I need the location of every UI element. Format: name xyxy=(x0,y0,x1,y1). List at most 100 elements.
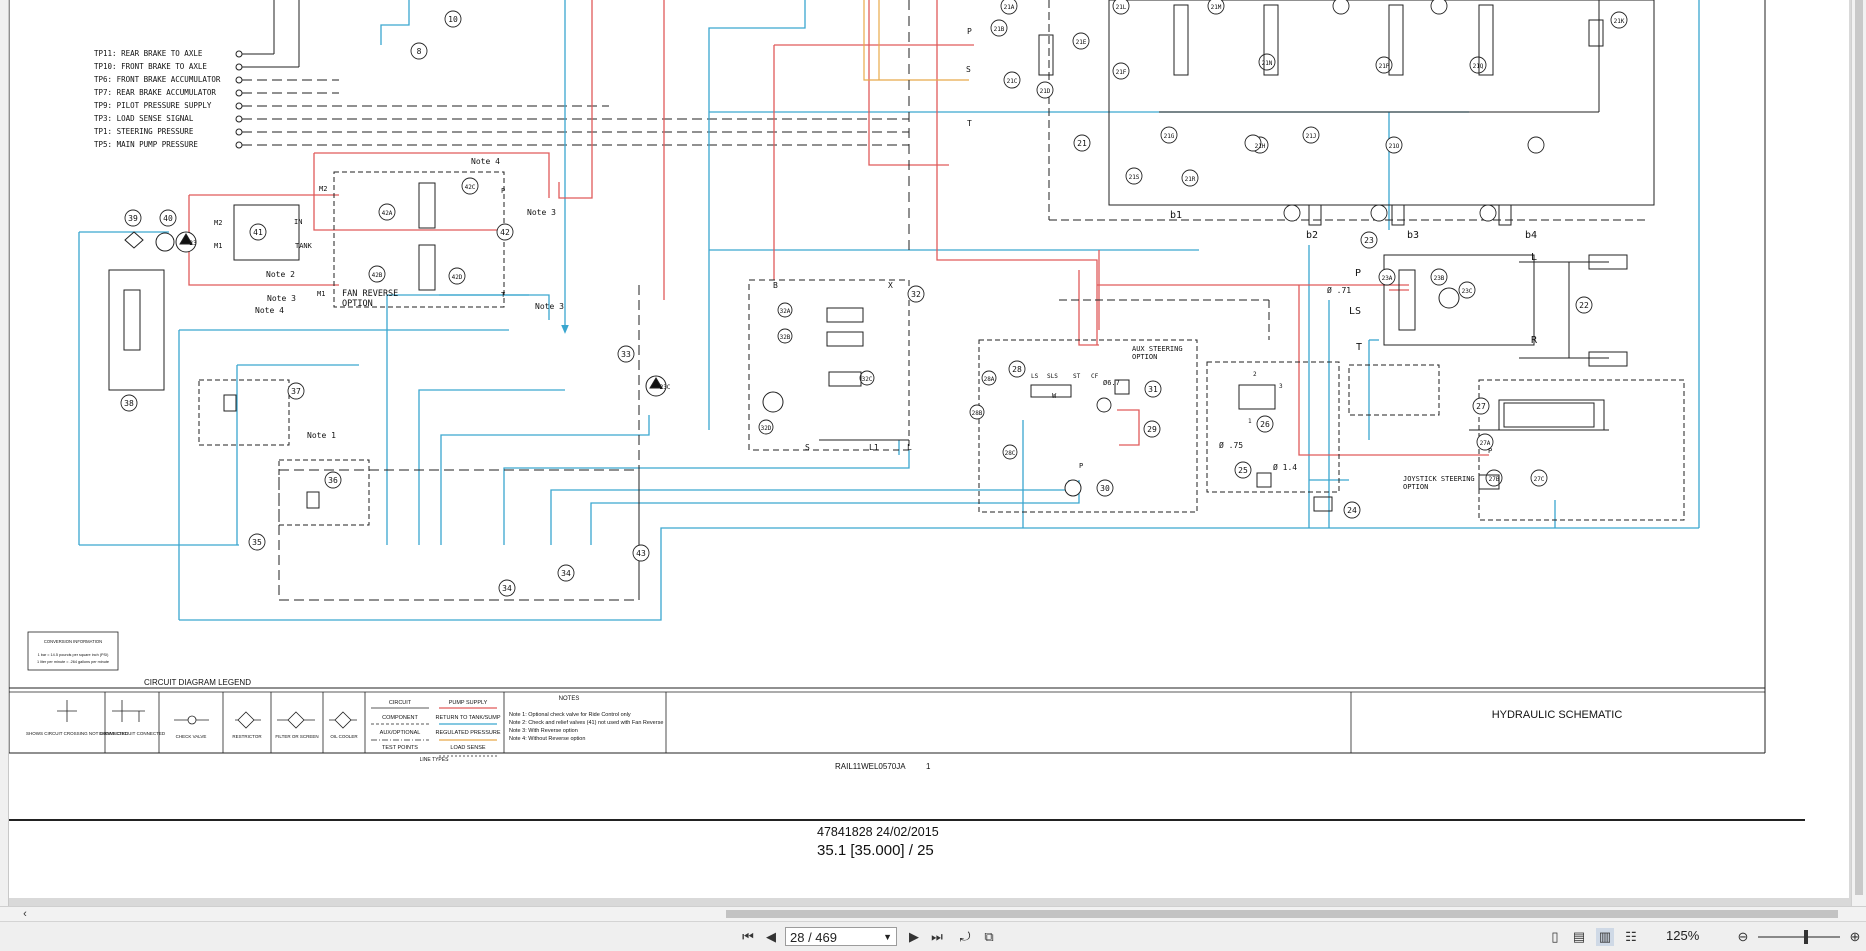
callout-38: 38 xyxy=(124,399,134,408)
callout-28: 28 xyxy=(1012,365,1022,374)
callout-23a: 23A xyxy=(1382,275,1393,282)
svg-text:S: S xyxy=(966,65,971,74)
callout-22: 22 xyxy=(1579,301,1589,310)
zoom-level[interactable]: 125% xyxy=(1666,928,1699,943)
regulated-lines xyxy=(863,0,969,81)
svg-text:IN: IN xyxy=(294,218,302,226)
callout-32b: 32B xyxy=(780,334,791,341)
callout-36: 36 xyxy=(328,476,338,485)
previous-page-icon[interactable]: ◀ xyxy=(762,928,780,946)
svg-text:P: P xyxy=(1488,447,1492,455)
horizontal-scrollbar[interactable]: ‹ xyxy=(0,906,1866,921)
svg-text:Note 3: Note 3 xyxy=(535,302,564,311)
book-view-icon[interactable]: ☷ xyxy=(1622,928,1640,946)
callout-42b: 42B xyxy=(372,272,383,279)
svg-text:AUX/OPTIONAL: AUX/OPTIONAL xyxy=(380,730,421,736)
svg-text:Ø .75: Ø .75 xyxy=(1219,440,1243,450)
last-page-icon[interactable]: ⏭ xyxy=(928,928,946,946)
two-page-view-icon[interactable]: ▥ xyxy=(1596,928,1614,946)
callout-21g: 21G xyxy=(1164,133,1175,140)
callout-21: 21 xyxy=(1077,139,1087,148)
callout-37: 37 xyxy=(291,387,301,396)
schematic-labels: Note 4 Note 3 Note 2 Note 3 Note 4 Note … xyxy=(214,27,1538,491)
test-point-label: TP3: LOAD SENSE SIGNAL xyxy=(94,114,194,123)
svg-text:1: 1 xyxy=(1248,418,1252,425)
svg-text:SHOWS CIRCUIT CONNECTED: SHOWS CIRCUIT CONNECTED xyxy=(99,731,166,736)
callout-42c: 42C xyxy=(465,184,476,191)
callout-21h: 21H xyxy=(1255,143,1266,150)
test-point-connectors xyxy=(235,0,909,149)
callout-26: 26 xyxy=(1260,420,1270,429)
zoom-slider-knob[interactable] xyxy=(1804,930,1808,944)
svg-text:P: P xyxy=(1355,268,1361,279)
zoom-out-icon[interactable]: ⊖ xyxy=(1734,928,1752,946)
horizontal-scroll-thumb[interactable] xyxy=(726,910,1838,918)
svg-text:OPTION: OPTION xyxy=(342,299,373,309)
svg-text:CONVERSION INFORMATION: CONVERSION INFORMATION xyxy=(44,639,102,644)
callout-28b: 28B xyxy=(972,410,983,417)
page-frame xyxy=(9,0,1805,821)
pump-supply-lines xyxy=(188,0,1489,456)
svg-text:REGULATED PRESSURE: REGULATED PRESSURE xyxy=(436,730,501,736)
rotate-icon[interactable]: ⤾ xyxy=(956,928,974,946)
svg-text:Note 3: Note 3 xyxy=(527,208,556,217)
svg-text:Note 1: Note 1 xyxy=(307,431,336,440)
page-dropdown-icon[interactable]: ▼ xyxy=(883,928,892,947)
first-page-icon[interactable]: ⏮ xyxy=(739,928,757,946)
svg-text:RESTRICTOR: RESTRICTOR xyxy=(232,734,262,739)
pdf-page: TP11: REAR BRAKE TO AXLE TP10: FRONT BRA… xyxy=(9,0,1849,898)
svg-text:FILTER OR SCREEN: FILTER OR SCREEN xyxy=(275,734,318,739)
callout-21p: 21P xyxy=(1379,63,1390,70)
zoom-slider[interactable] xyxy=(1758,930,1840,944)
svg-text:TEST POINTS: TEST POINTS xyxy=(382,745,418,751)
callout-21b: 21B xyxy=(994,26,1005,33)
callout-23: 23 xyxy=(1364,236,1374,245)
svg-text:B: B xyxy=(773,281,778,290)
copy-icon[interactable]: ⧉ xyxy=(980,928,998,946)
svg-text:b4: b4 xyxy=(1525,230,1537,241)
doc-number: 47841828 24/02/2015 xyxy=(817,825,939,839)
svg-text:M2: M2 xyxy=(214,219,222,227)
svg-text:LOAD SENSE: LOAD SENSE xyxy=(450,745,485,751)
svg-text:Ø 1.4: Ø 1.4 xyxy=(1273,462,1297,472)
callout-40: 40 xyxy=(163,214,173,223)
callout-10: 10 xyxy=(448,15,458,24)
single-page-view-icon[interactable]: ▯ xyxy=(1546,928,1564,946)
page-indicator: 28 / 469 xyxy=(790,930,837,945)
vertical-scroll-thumb[interactable] xyxy=(1855,0,1863,895)
callout-28a: 28A xyxy=(984,376,995,383)
callout-21m: 21M xyxy=(1211,4,1222,11)
callout-34: 34 xyxy=(561,569,571,578)
callout-29: 29 xyxy=(1147,425,1157,434)
svg-text:CIRCUIT DIAGRAM LEGEND: CIRCUIT DIAGRAM LEGEND xyxy=(144,678,251,687)
continuous-view-icon[interactable]: ▤ xyxy=(1570,928,1588,946)
callout-32: 32 xyxy=(911,290,921,299)
svg-text:FAN REVERSE: FAN REVERSE xyxy=(342,289,398,299)
test-point-label: TP9: PILOT PRESSURE SUPPLY xyxy=(94,101,212,110)
test-point-label: TP10: FRONT BRAKE TO AXLE xyxy=(94,62,207,71)
svg-text:P: P xyxy=(501,187,505,195)
svg-text:1 bar = 14.5 pounds per square: 1 bar = 14.5 pounds per square inch (PSI… xyxy=(38,653,110,657)
doc-section: 35.1 [35.000] / 25 xyxy=(817,842,934,859)
viewer-toolbar: ⏮ ◀ 28 / 469 ▼ ▶ ⏭ ⤾ ⧉ ▯ ▤ ▥ ☷ 125% ⊖ ⊕ xyxy=(0,921,1866,951)
next-page-icon[interactable]: ▶ xyxy=(905,928,923,946)
svg-text:S: S xyxy=(805,443,810,452)
svg-text:Note 3: With Reverse option: Note 3: With Reverse option xyxy=(509,728,578,734)
test-point-label: TP11: REAR BRAKE TO AXLE xyxy=(94,49,203,58)
page-number-input[interactable]: 28 / 469 ▼ xyxy=(785,927,897,946)
svg-text:Ø6.7: Ø6.7 xyxy=(1103,379,1120,387)
svg-text:Note 4: Without Reverse option: Note 4: Without Reverse option xyxy=(509,736,585,742)
left-panel-edge[interactable] xyxy=(0,0,9,910)
callout-27: 27 xyxy=(1476,402,1486,411)
zoom-in-icon[interactable]: ⊕ xyxy=(1846,928,1864,946)
svg-text:1 liter per minute = .264 gall: 1 liter per minute = .264 gallons per mi… xyxy=(37,660,109,664)
svg-text:RAIL11WEL0570JA: RAIL11WEL0570JA xyxy=(835,762,906,771)
callout-28c: 28C xyxy=(1005,450,1016,457)
callout-21c: 21C xyxy=(1007,78,1018,85)
callout-21k: 21K xyxy=(1614,18,1625,25)
scroll-left-icon[interactable]: ‹ xyxy=(18,907,32,921)
vertical-scrollbar[interactable] xyxy=(1851,0,1866,910)
callout-21a: 21A xyxy=(1004,4,1015,11)
svg-text:PUMP SUPPLY: PUMP SUPPLY xyxy=(449,700,488,706)
svg-text:LINE TYPES: LINE TYPES xyxy=(420,757,449,763)
